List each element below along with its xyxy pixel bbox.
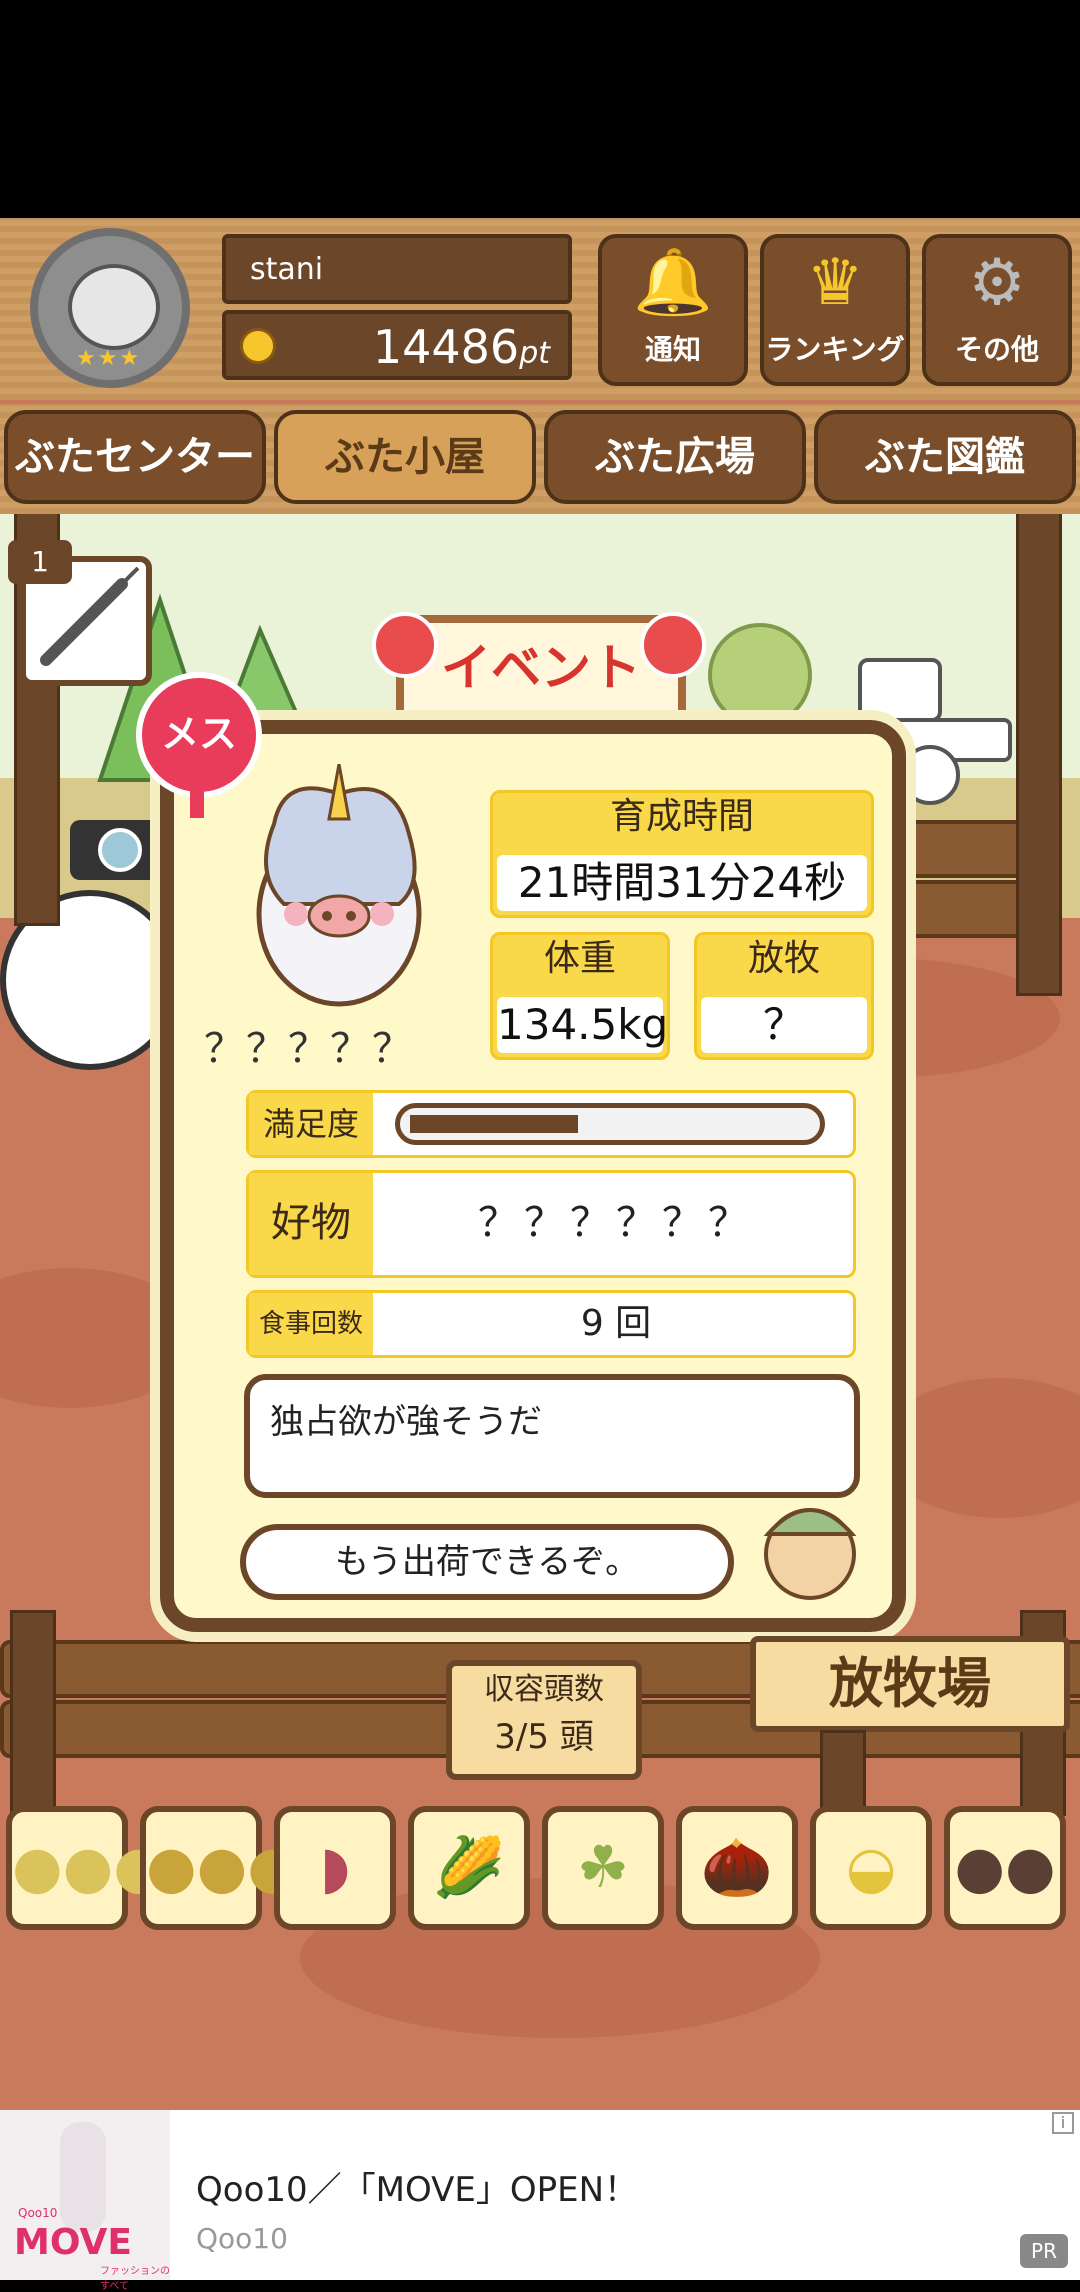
meals-value: 9 回 [580,1303,652,1344]
corn-icon: 🌽 [432,1833,506,1901]
event-sign-label: イベント [441,639,641,697]
bell-icon: 🔔 [633,246,713,320]
food-button-plate-grain[interactable]: ◒ [810,1806,932,1930]
farmer-icon [763,1508,857,1600]
notify-button[interactable]: 🔔 通知 [598,234,748,386]
pig-status-dialog: 育成時間 21時間31分24秒 体重 134.5kg 放牧 ？ ？？？？？ 満足… [160,720,906,1632]
ad-image-text: MOVE [14,2222,132,2263]
ad-info-icon[interactable]: i [1052,2112,1074,2134]
capacity-label: 収容頭数 [484,1672,604,1707]
farmer-speech-text: もう出荷できるぞ。 [334,1542,640,1582]
food-button-plate-meatball[interactable]: ●● [944,1806,1066,1930]
syringe-count-badge: 1 [8,540,72,584]
food-button-acorn[interactable]: 🌰 [676,1806,798,1930]
ad-image-logo: Qoo10 [18,2206,58,2220]
soybean-icon: ☘ [577,1833,629,1901]
food-button-soybean[interactable]: ☘ [542,1806,664,1930]
pasture-sign-label: 放牧場 [829,1652,991,1715]
rose-icon [372,612,438,678]
farmer-speech-bubble: もう出荷できるぞ。 [240,1524,734,1600]
model-figure [60,2122,106,2232]
fence-post [10,1610,56,1816]
favorite-value: ？？？？？？ [478,1200,754,1246]
growth-time-value: 21時間31分24秒 [497,855,867,911]
gender-label: メス [160,712,237,756]
ranking-button[interactable]: ♛ ランキング [760,234,910,386]
female-symbol-icon [190,790,204,818]
pasture-sign-button[interactable]: 放牧場 [750,1636,1070,1732]
ad-image-caption: ファッションのすべて [100,2266,170,2292]
coin-icon [240,328,276,364]
tree-icon [708,623,812,727]
female-badge: メス [136,672,262,798]
growth-time-box: 育成時間 21時間31分24秒 [490,790,874,918]
growth-time-label: 育成時間 [609,796,754,837]
satisfaction-label: 満足度 [249,1093,373,1155]
rose-icon [640,612,706,678]
plate-meatball-icon: ●● [954,1833,1056,1901]
grazing-label: 放牧 [747,938,820,979]
unicorn-pig-image[interactable] [224,764,454,1014]
food-button-corn[interactable]: 🌽 [408,1806,530,1930]
tab-buta-hiroba[interactable]: ぶた広場 [544,410,806,504]
crown-icon: ♛ [806,246,864,320]
pig-face-icon [68,264,160,350]
sign-post [820,1730,866,1816]
food-button-grain[interactable]: ●●● [6,1806,164,1930]
meals-row: 食事回数 9 回 [246,1290,856,1358]
weight-value: 134.5kg [497,997,668,1053]
points-value: 14486pt [372,320,550,374]
username-plate: stani [222,234,572,304]
points-plate: 14486pt [222,310,572,380]
gear-icon: ⚙ [968,246,1026,320]
satisfaction-bar-fill [410,1115,578,1133]
tab-buta-koya[interactable]: ぶた小屋 [274,410,536,504]
avatar[interactable]: ★★★ [30,228,190,388]
gate-post [1016,500,1062,996]
pig-name: ？？？？？ [204,1026,414,1072]
meals-label: 食事回数 [249,1293,373,1355]
acorn-icon: 🌰 [700,1833,774,1901]
capacity-value: 3/5 頭 [494,1717,594,1757]
grazing-value: ？ [701,997,867,1053]
food-button-sweet-potato[interactable]: ◗ [274,1806,396,1930]
username: stani [250,252,324,287]
ad-pr-badge: PR [1020,2234,1068,2268]
favorite-row: 好物 ？？？？？？ [246,1170,856,1278]
capacity-sign: 収容頭数 3/5 頭 [446,1660,642,1780]
favorite-label: 好物 [249,1173,373,1275]
tab-buta-zukan[interactable]: ぶた図鑑 [814,410,1076,504]
rank-stars-icon: ★★★ [76,346,142,371]
notify-label: 通知 [644,333,701,366]
comment-bubble: 独占欲が強そうだ [244,1374,860,1498]
sweet-potato-icon: ◗ [319,1833,351,1901]
weight-label: 体重 [543,938,616,979]
weight-box: 体重 134.5kg [490,932,670,1060]
plate-grain-icon: ◒ [845,1833,897,1901]
ad-source: Qoo10 [196,2222,288,2255]
other-label: その他 [954,333,1039,366]
ranking-label: ランキング [765,333,905,366]
tab-buta-center[interactable]: ぶたセンター [4,410,266,504]
satisfaction-bar [395,1103,825,1145]
food-button-grain-mix[interactable]: ●●● [140,1806,298,1930]
satisfaction-row: 満足度 [246,1090,856,1158]
ad-image: Qoo10 MOVE ファッションのすべて [0,2110,170,2292]
other-button[interactable]: ⚙ その他 [922,234,1072,386]
ad-banner[interactable]: Qoo10 MOVE ファッションのすべて Qoo10／「MOVE」OPEN！ … [0,2110,1080,2292]
grazing-box: 放牧 ？ [694,932,874,1060]
comment-text: 独占欲が強そうだ [270,1402,542,1442]
ad-title[interactable]: Qoo10／「MOVE」OPEN！ [196,2162,638,2211]
